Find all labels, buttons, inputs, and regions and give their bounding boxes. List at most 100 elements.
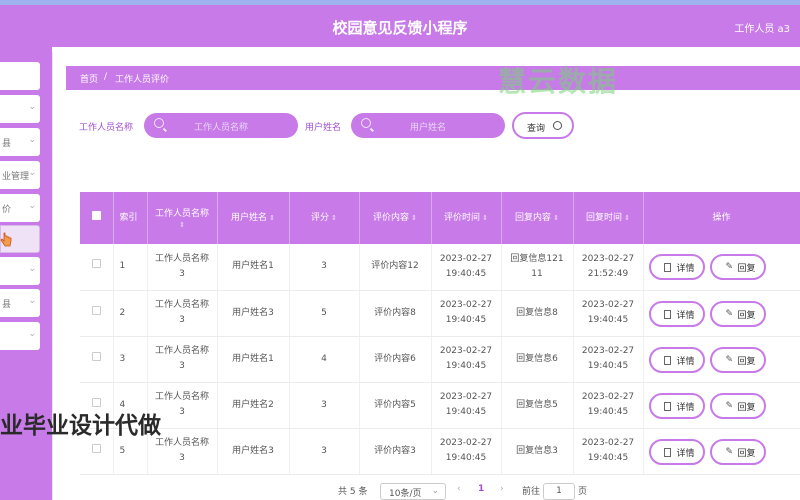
- cell-score: 3: [289, 428, 360, 475]
- cell-score: 4: [289, 336, 360, 383]
- prev-page-button[interactable]: ‹: [457, 484, 461, 494]
- sidebar-item-5[interactable]: 价 ⌄: [0, 194, 40, 222]
- col-reply-time[interactable]: 回复时间 ⇕: [573, 192, 644, 244]
- detail-button[interactable]: 详情: [648, 392, 705, 419]
- overlay-text: 业毕业设计代做: [0, 413, 161, 439]
- cell-ops: 详情 ✎ 回复: [643, 244, 800, 291]
- goto-page-input[interactable]: 1: [543, 483, 575, 500]
- chevron-down-icon: ⌄: [28, 329, 36, 339]
- chevron-down-icon: ⌄: [28, 168, 36, 178]
- page-size-select[interactable]: 10条/页 ⌄: [380, 483, 446, 500]
- reply-button[interactable]: ✎ 回复: [709, 254, 766, 280]
- sidebar-item-7[interactable]: 县 ⌄: [0, 289, 40, 317]
- cell-clock: 19:40:45: [445, 407, 487, 417]
- edit-icon: ✎: [725, 400, 734, 411]
- cell-reply-date: 2023-02-27: [581, 300, 635, 310]
- detail-button[interactable]: 详情: [648, 254, 705, 280]
- cell-user-name: 用户姓名3: [217, 290, 290, 337]
- table-row: 2 工作人员名称 3 用户姓名3 5 评价内容8 2023-02-27 19:40:45 回复信…: [80, 290, 800, 337]
- reply-button-label: 回复: [737, 310, 756, 321]
- sidebar-item-3[interactable]: 县 ⌄: [0, 128, 40, 156]
- current-user[interactable]: 工作人员 a3: [734, 20, 790, 35]
- col-user-name[interactable]: 用户姓名 ⇕: [217, 192, 290, 244]
- sidebar-item-1[interactable]: [0, 62, 40, 90]
- cell-content: 评价内容5: [359, 382, 432, 429]
- row-select-cell: [80, 244, 114, 291]
- cell-reply-line1: 回复信息8: [516, 307, 558, 318]
- sort-icon: ⇕: [331, 214, 337, 222]
- chevron-down-icon: ⌄: [28, 102, 36, 112]
- cell-reply-date: 2023-02-27: [581, 253, 635, 264]
- cell-time: 2023-02-27 19:40:45: [431, 382, 502, 429]
- page-number-current[interactable]: 1: [478, 484, 484, 494]
- chevron-down-icon: ⌄: [28, 135, 36, 145]
- pagination-total: 共 5 条: [338, 487, 368, 497]
- detail-button[interactable]: 详情: [648, 300, 705, 327]
- cell-reply-line2: 11: [531, 268, 543, 279]
- col-staff-name[interactable]: 工作人员名称 ⇕: [147, 192, 218, 244]
- detail-button[interactable]: 详情: [648, 346, 705, 373]
- cell-reply-clock: 21:52:49: [587, 268, 629, 279]
- row-checkbox[interactable]: [91, 443, 101, 453]
- cell-reply-time: 2023-02-27 21:52:49: [573, 244, 644, 291]
- user-name-input[interactable]: 用户姓名: [351, 113, 505, 138]
- sort-icon: ⇕: [624, 214, 630, 222]
- cell-clock: 19:40:45: [445, 361, 487, 371]
- col-index: 索引: [113, 192, 148, 244]
- cell-time: 2023-02-27 19:40:45: [431, 428, 502, 475]
- select-all-checkbox[interactable]: [91, 211, 101, 220]
- breadcrumb-home[interactable]: 首页: [80, 72, 98, 85]
- reply-button[interactable]: ✎ 回复: [709, 438, 766, 465]
- breadcrumb-current: 工作人员评价: [115, 75, 170, 85]
- top-header: 校园意见反馈小程序 工作人员 a3: [0, 0, 800, 47]
- cell-staff-name-line1: 工作人员名称: [154, 253, 209, 264]
- cell-date: 2023-02-27: [439, 300, 493, 310]
- cell-user-name: 用户姓名3: [217, 428, 290, 475]
- sidebar-item-4[interactable]: 业管理 ⌄: [0, 161, 40, 189]
- sort-icon: ⇕: [482, 214, 488, 222]
- breadcrumb-separator: /: [104, 72, 108, 82]
- reply-button[interactable]: ✎ 回复: [709, 346, 766, 373]
- row-checkbox[interactable]: [91, 351, 101, 361]
- cell-staff-name-line1: 工作人员名称: [154, 300, 209, 310]
- col-score-label: 评分: [311, 213, 330, 223]
- sort-icon: ⇕: [269, 214, 275, 222]
- cell-index: 1: [113, 244, 148, 291]
- query-button[interactable]: 查询: [512, 112, 574, 139]
- reply-button[interactable]: ✎ 回复: [709, 392, 766, 419]
- next-page-button[interactable]: ›: [500, 484, 504, 494]
- cell-reply-line1: 回复信息121: [510, 253, 564, 264]
- col-score[interactable]: 评分 ⇕: [289, 192, 360, 244]
- cell-reply-date: 2023-02-27: [581, 392, 635, 402]
- cell-reply-time: 2023-02-27 19:40:45: [573, 382, 644, 429]
- edit-icon: ✎: [725, 262, 734, 272]
- cell-staff-name-line2: 3: [179, 268, 185, 279]
- sort-icon: ⇕: [179, 221, 185, 229]
- row-checkbox[interactable]: [91, 305, 101, 315]
- col-time-label: 评价时间: [444, 213, 481, 223]
- staff-name-input[interactable]: 工作人员名称: [144, 113, 298, 138]
- cell-date: 2023-02-27: [439, 392, 493, 402]
- document-icon: [663, 401, 671, 411]
- col-ops: 操作: [643, 192, 800, 244]
- cell-reply-date: 2023-02-27: [581, 346, 635, 356]
- sidebar-item-2[interactable]: ⌄: [0, 95, 40, 123]
- cell-reply-time: 2023-02-27 19:40:45: [573, 336, 644, 383]
- col-reply[interactable]: 回复内容 ⇕: [501, 192, 574, 244]
- cell-reply-line1: 回复信息3: [516, 445, 558, 456]
- cell-reply-date: 2023-02-27: [581, 438, 635, 448]
- col-time[interactable]: 评价时间 ⇕: [431, 192, 502, 244]
- reply-button[interactable]: ✎ 回复: [709, 300, 766, 327]
- cell-user-name: 用户姓名1: [217, 244, 290, 291]
- cell-clock: 19:40:45: [445, 453, 487, 463]
- detail-button-label: 详情: [676, 402, 695, 413]
- sidebar-item-label: 县: [2, 300, 12, 310]
- detail-button[interactable]: 详情: [648, 438, 705, 465]
- staff-name-label: 工作人员名称: [79, 123, 134, 133]
- row-checkbox[interactable]: [91, 259, 101, 269]
- cell-staff-name: 工作人员名称 3: [147, 290, 218, 337]
- col-content[interactable]: 评价内容 ⇕: [359, 192, 432, 244]
- sidebar-item-6[interactable]: ⌄: [0, 257, 40, 285]
- sidebar-item-8[interactable]: ⌄: [0, 322, 40, 350]
- document-icon: [663, 355, 671, 365]
